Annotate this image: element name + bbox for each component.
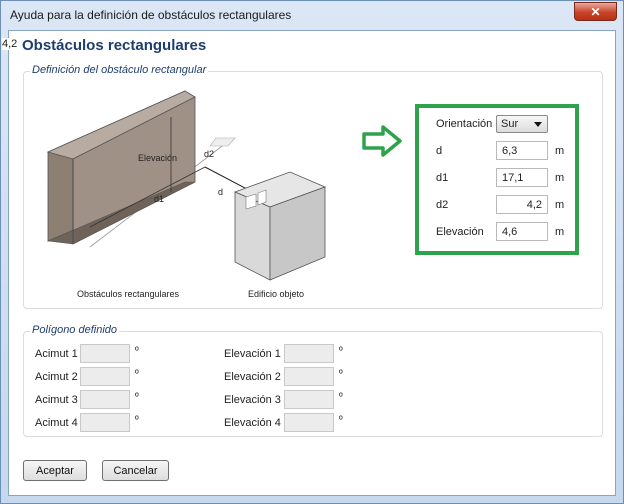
accept-button[interactable]: Aceptar (23, 460, 87, 481)
orientation-label: Orientación (436, 118, 493, 130)
caption-obstacles: Obstáculos rectangulares (77, 289, 180, 299)
elevacion-2-field (284, 367, 334, 386)
acimut-2-field (80, 367, 130, 386)
chevron-down-icon (534, 122, 542, 127)
definition-group-legend: Definición del obstáculo rectangular (30, 64, 209, 76)
acimut-3-degree: º (135, 392, 139, 403)
diagram-label-d: d (218, 187, 224, 197)
window-title: Ayuda para la definición de obstáculos r… (10, 8, 292, 22)
d2-label: d2 (436, 199, 449, 211)
right-arrow-icon (362, 125, 402, 157)
d1-label: d1 (436, 172, 449, 184)
d-label: d (436, 145, 443, 157)
elevacion-4-label: Elevación 4 (224, 417, 281, 429)
cancel-button[interactable]: Cancelar (102, 460, 169, 481)
elevacion-1-degree: º (339, 346, 343, 357)
acimut-4-label: Acimut 4 (35, 417, 78, 429)
d-field[interactable]: 6,3 (496, 141, 548, 160)
elevacion-3-label: Elevación 3 (224, 394, 281, 406)
diagram-label-elevacion: Elevación (138, 153, 178, 163)
orientation-select[interactable]: Sur (496, 115, 548, 133)
acimut-4-field (80, 413, 130, 432)
d-unit: m (555, 145, 565, 157)
d1-unit: m (555, 172, 565, 184)
acimut-1-label: Acimut 1 (35, 348, 78, 360)
d1-field[interactable]: 17,1 (496, 168, 548, 187)
elevacion-1-field (284, 344, 334, 363)
d2-unit: m (555, 199, 565, 211)
elevacion-4-field (284, 413, 334, 432)
title-bar[interactable]: Ayuda para la definición de obstáculos r… (1, 1, 623, 29)
acimut-4-degree: º (135, 415, 139, 426)
diagram-label-d2: d2 (204, 149, 215, 159)
corner-value-label: 4,2 (2, 38, 18, 50)
d2-field[interactable]: 4,2 (496, 195, 548, 214)
polygon-group-legend: Polígono definido (30, 324, 120, 336)
elevacion-2-label: Elevación 2 (224, 371, 281, 383)
orientation-select-value: Sur (501, 118, 519, 130)
elevacion-unit: m (555, 226, 565, 238)
obstacle-diagram (46, 90, 327, 281)
acimut-2-label: Acimut 2 (35, 371, 78, 383)
elevacion-4-degree: º (339, 415, 343, 426)
elevacion-label: Elevación (436, 226, 484, 238)
close-button[interactable]: ✕ (574, 2, 617, 21)
acimut-3-field (80, 390, 130, 409)
acimut-1-field (80, 344, 130, 363)
elevacion-3-degree: º (339, 392, 343, 403)
elevacion-field[interactable]: 4,6 (496, 222, 548, 241)
acimut-3-label: Acimut 3 (35, 394, 78, 406)
acimut-1-degree: º (135, 346, 139, 357)
page-title: Obstáculos rectangulares (22, 37, 207, 54)
diagram-label-d1: d1 (154, 194, 165, 204)
elevacion-3-field (284, 390, 334, 409)
acimut-2-degree: º (135, 369, 139, 380)
close-icon: ✕ (590, 4, 601, 19)
elevacion-1-label: Elevación 1 (224, 348, 281, 360)
elevacion-2-degree: º (339, 369, 343, 380)
caption-building: Edificio objeto (248, 289, 305, 299)
